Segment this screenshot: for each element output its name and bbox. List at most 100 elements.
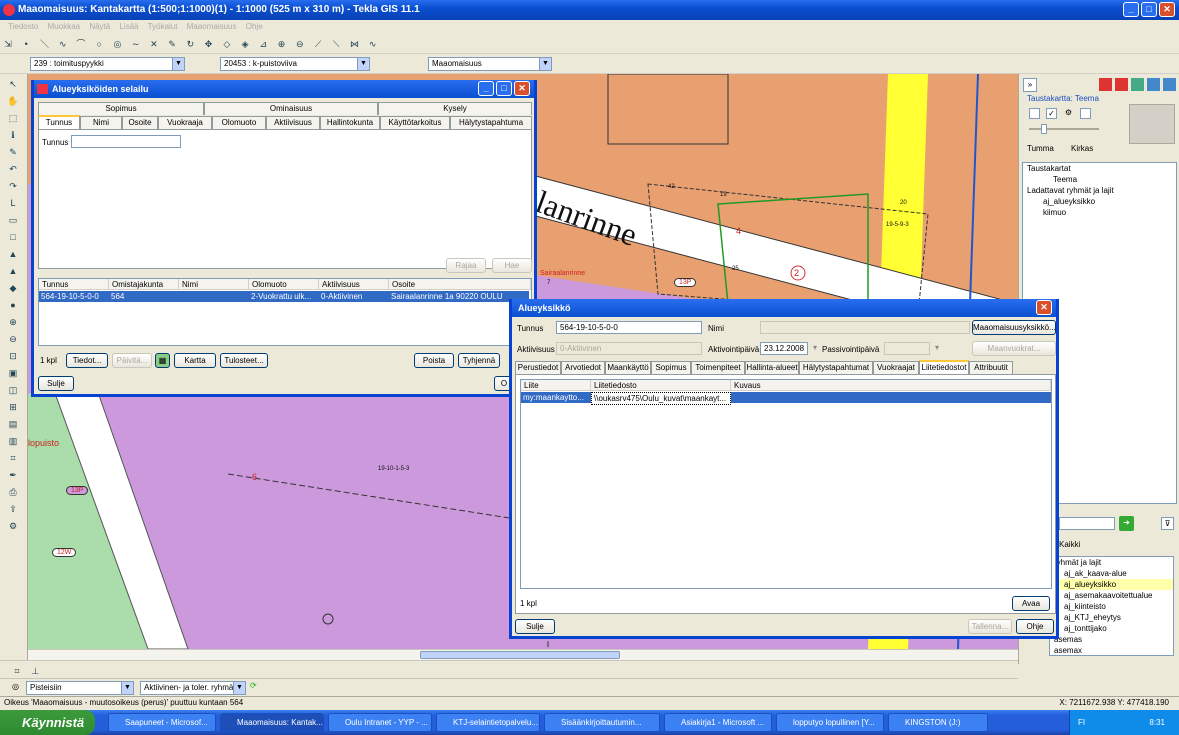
- maximize-button[interactable]: □: [496, 81, 512, 96]
- rajaa-button[interactable]: Rajaa: [446, 258, 486, 273]
- column-header[interactable]: Nimi: [179, 279, 249, 290]
- brightness-slider[interactable]: [1029, 128, 1099, 130]
- collapse-icon[interactable]: »: [1023, 78, 1037, 92]
- tab-group-ominaisuus[interactable]: Ominaisuus: [204, 102, 378, 115]
- zoom-prev-icon[interactable]: ◫: [6, 383, 20, 397]
- checkbox[interactable]: [1029, 108, 1040, 119]
- tab-maankaytto[interactable]: Maankäyttö: [605, 361, 651, 374]
- tree-item[interactable]: asemax: [1050, 645, 1173, 656]
- minimize-button[interactable]: _: [478, 81, 494, 96]
- tree-item[interactable]: Taustakartat: [1023, 163, 1176, 174]
- maximize-button[interactable]: □: [1141, 2, 1157, 17]
- feature-type-tree[interactable]: ryhmät ja lajit aj_ak_kaava-alue aj_alue…: [1049, 556, 1174, 656]
- menu-nayta[interactable]: Näytä: [89, 22, 110, 31]
- vertex-icon[interactable]: ◈: [238, 37, 252, 51]
- zoom-window-icon[interactable]: ⊡: [6, 349, 20, 363]
- pen-icon[interactable]: ✒: [6, 468, 20, 482]
- tab-perustiedot[interactable]: Perustiedot: [515, 361, 561, 374]
- taskbar-item[interactable]: KINGSTON (J:): [888, 713, 988, 732]
- delete-button[interactable]: Poista: [414, 353, 454, 368]
- tab-group-sopimus[interactable]: Sopimus: [38, 102, 204, 115]
- lock-icon[interactable]: ▲: [6, 264, 20, 278]
- taskbar-item[interactable]: Saapuneet - Microsof...: [108, 713, 216, 732]
- tab-arvotiedot[interactable]: Arvotiedot: [561, 361, 605, 374]
- tab-vuokraajat[interactable]: Vuokraajat: [873, 361, 919, 374]
- application-combo[interactable]: Maaomaisuus ▼: [428, 57, 552, 71]
- tool-icon[interactable]: ◆: [6, 281, 20, 295]
- tab-osoite[interactable]: Osoite: [122, 116, 158, 129]
- tab-vuokraaja[interactable]: Vuokraaja: [158, 116, 212, 129]
- save-button[interactable]: Tallenna...: [968, 619, 1012, 634]
- minimize-button[interactable]: _: [1123, 2, 1139, 17]
- move-icon[interactable]: ✥: [202, 37, 216, 51]
- column-header[interactable]: Osoite: [389, 279, 531, 290]
- start-button[interactable]: Käynnistä: [0, 710, 95, 735]
- pan-icon[interactable]: ✋: [6, 94, 20, 108]
- tab-halytystapahtuma[interactable]: Hälytystapahtuma: [450, 116, 532, 129]
- tool-c-icon[interactable]: ⋈: [347, 37, 361, 51]
- circle-icon[interactable]: ○: [92, 37, 106, 51]
- taskbar-item-active[interactable]: Maaomaisuus: Kantak...: [220, 713, 324, 732]
- lock-icon[interactable]: [1099, 78, 1112, 91]
- tab-group-kysely[interactable]: Kysely: [378, 102, 532, 115]
- measure-icon[interactable]: ⊿: [256, 37, 270, 51]
- arc-icon[interactable]: ⌒: [74, 37, 88, 51]
- table-icon[interactable]: ⌗: [6, 451, 20, 465]
- column-header[interactable]: Kuvaus: [731, 380, 1051, 391]
- select-icon[interactable]: ↖: [6, 77, 20, 91]
- hae-button[interactable]: Hae: [492, 258, 532, 273]
- column-header[interactable]: Olomuoto: [249, 279, 319, 290]
- layers-icon[interactable]: ▤: [6, 417, 20, 431]
- clock[interactable]: 8:31: [1149, 718, 1165, 727]
- menu-lisaa[interactable]: Lisää: [119, 22, 138, 31]
- tunnus-input[interactable]: [71, 135, 181, 148]
- taskbar-item[interactable]: KTJ-selaintietopalvelu...: [436, 713, 540, 732]
- tree-item[interactable]: aj_alueyksikko: [1050, 579, 1173, 590]
- column-header[interactable]: Aktiivisuus: [319, 279, 389, 290]
- help-button[interactable]: Ohje: [1016, 619, 1054, 634]
- column-header[interactable]: Liitetiedosto: [591, 380, 731, 391]
- info-icon[interactable]: ℹ: [6, 128, 20, 142]
- tab-halytystapahtumat[interactable]: Hälytystapahtumat: [799, 361, 873, 374]
- zoom-out-icon[interactable]: ⊖: [6, 332, 20, 346]
- map-icon[interactable]: ▦: [155, 353, 170, 368]
- pointer-icon[interactable]: ⇲: [1, 37, 15, 51]
- attachments-list[interactable]: [520, 379, 1052, 589]
- tab-olomuoto[interactable]: Olomuoto: [212, 116, 266, 129]
- gear-icon[interactable]: ⚙: [1063, 108, 1074, 119]
- filter-icon[interactable]: ⊽: [1161, 517, 1174, 530]
- rotate-icon[interactable]: ↻: [183, 37, 197, 51]
- chevron-down-icon[interactable]: ▼: [121, 682, 133, 694]
- table-row[interactable]: my:maankaytto... \\oukasrv475\Oulu_kuvat…: [521, 392, 1051, 405]
- activation-date-field[interactable]: 23.12.2008: [760, 342, 808, 355]
- menu-tiedosto[interactable]: Tiedosto: [8, 22, 38, 31]
- checkbox-checked[interactable]: ✓: [1046, 108, 1057, 119]
- grid-icon[interactable]: ⌗: [10, 664, 24, 678]
- zoom2-icon[interactable]: ⊖: [293, 37, 307, 51]
- export-icon[interactable]: ⇪: [6, 502, 20, 516]
- tree-item[interactable]: aj_tonttijako: [1050, 623, 1173, 634]
- close-dialog-button[interactable]: Sulje: [515, 619, 555, 634]
- edit-icon[interactable]: ✎: [165, 37, 179, 51]
- menu-tyokalut[interactable]: Työkalut: [148, 22, 178, 31]
- layer-icon[interactable]: [1131, 78, 1144, 91]
- paint-icon[interactable]: ▲: [6, 247, 20, 261]
- open-button[interactable]: Avaa: [1012, 596, 1050, 611]
- print-icon[interactable]: ⎙: [6, 485, 20, 499]
- snap-icon[interactable]: ⊥: [28, 664, 42, 678]
- box-tool-icon[interactable]: □: [6, 230, 20, 244]
- tree-item[interactable]: aj_asemakaavoitettualue: [1050, 590, 1173, 601]
- tab-tunnus[interactable]: Tunnus: [38, 115, 80, 129]
- chevron-down-icon[interactable]: ▼: [539, 58, 551, 70]
- activity-combo[interactable]: 0-Aktiivinen: [556, 342, 702, 355]
- line-tool-icon[interactable]: L: [6, 196, 20, 210]
- column-header[interactable]: Tunnus: [39, 279, 109, 290]
- checkbox[interactable]: [1080, 108, 1091, 119]
- refresh-icon[interactable]: [1163, 78, 1176, 91]
- column-header[interactable]: Liite: [521, 380, 591, 391]
- menu-ohje[interactable]: Ohje: [246, 22, 263, 31]
- tab-nimi[interactable]: Nimi: [80, 116, 122, 129]
- map-button[interactable]: Kartta: [174, 353, 216, 368]
- language-indicator[interactable]: FI: [1078, 710, 1085, 735]
- tree-item[interactable]: aj_kiinteisto: [1050, 601, 1173, 612]
